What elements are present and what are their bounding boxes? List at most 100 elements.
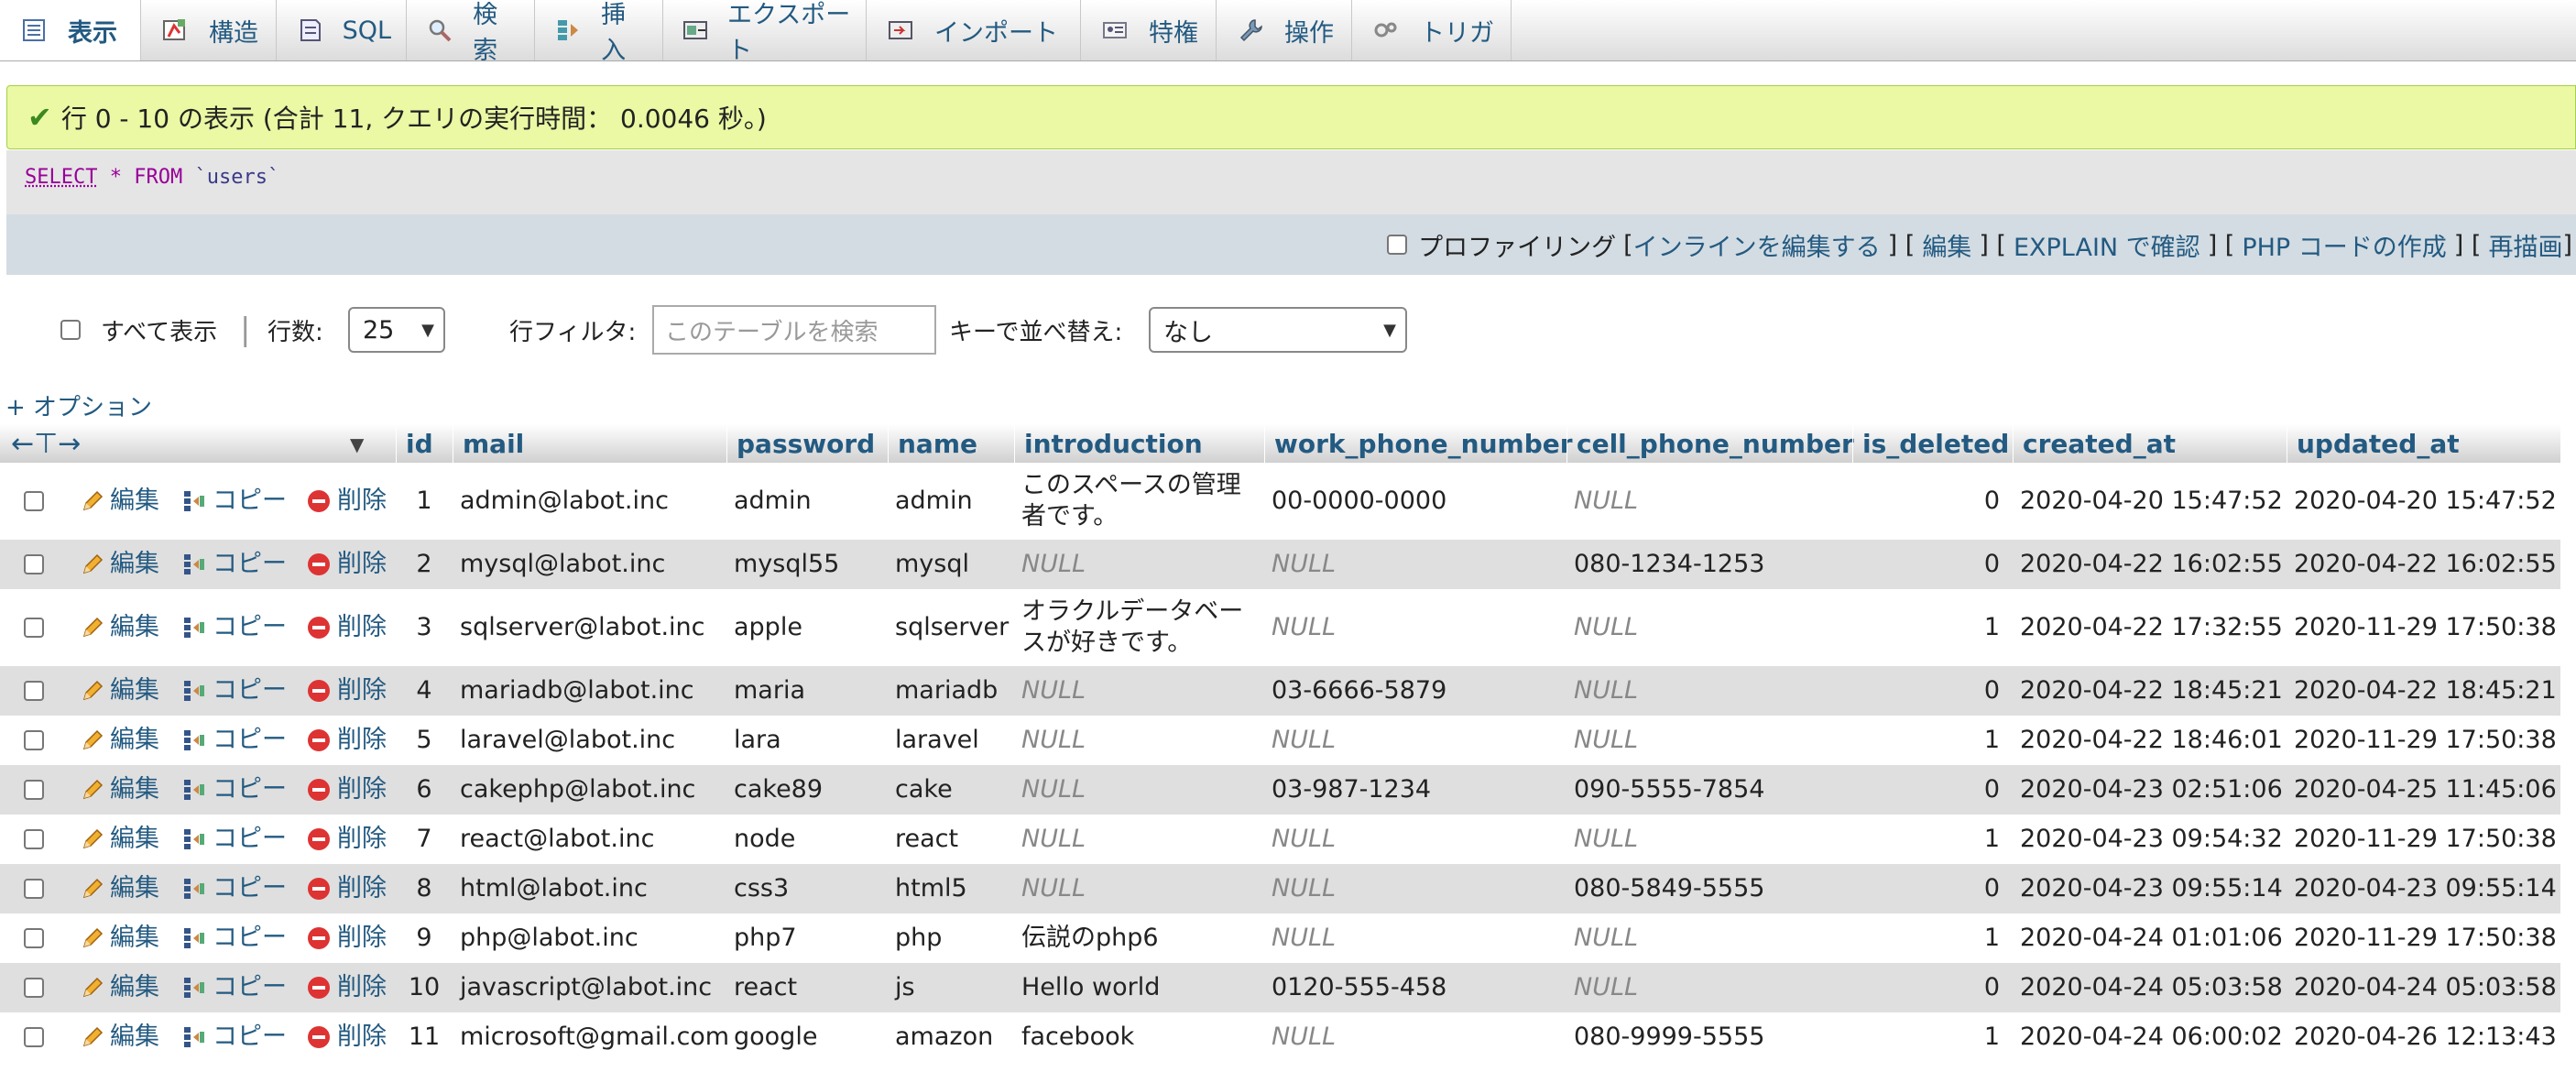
- cell-introduction[interactable]: NULL: [1014, 716, 1264, 765]
- cell-mail[interactable]: html@labot.inc: [453, 864, 726, 913]
- cell-name[interactable]: js: [888, 963, 1014, 1012]
- cell-introduction[interactable]: NULL: [1014, 666, 1264, 716]
- cell-is-deleted[interactable]: 1: [1852, 913, 2013, 963]
- row-select-checkbox[interactable]: [24, 554, 44, 574]
- cell-created-at[interactable]: 2020-04-22 17:32:55: [2013, 589, 2287, 666]
- cell-name[interactable]: sqlserver: [888, 589, 1014, 666]
- cell-is-deleted[interactable]: 0: [1852, 963, 2013, 1012]
- delete-row-button[interactable]: 削除: [299, 864, 387, 913]
- php-code-link[interactable]: PHP コードの作成: [2242, 227, 2446, 263]
- edit-row-button[interactable]: 編集: [73, 913, 159, 963]
- cell-created-at[interactable]: 2020-04-22 16:02:55: [2013, 540, 2287, 589]
- cell-work-phone-number[interactable]: NULL: [1264, 589, 1566, 666]
- cell-password[interactable]: lara: [726, 716, 888, 765]
- row-select-checkbox[interactable]: [24, 928, 44, 948]
- cell-password[interactable]: cake89: [726, 765, 888, 815]
- cell-id[interactable]: 9: [396, 913, 453, 963]
- profiling-checkbox[interactable]: [1387, 235, 1408, 255]
- delete-row-button[interactable]: 削除: [299, 540, 387, 589]
- cell-introduction[interactable]: 伝説のphp6: [1014, 913, 1264, 963]
- cell-created-at[interactable]: 2020-04-24 05:03:58: [2013, 963, 2287, 1012]
- cell-password[interactable]: node: [726, 815, 888, 864]
- cell-cell-phone-number[interactable]: 090-5555-7854: [1566, 765, 1852, 815]
- row-select-checkbox[interactable]: [24, 491, 44, 511]
- row-select-checkbox[interactable]: [24, 879, 44, 899]
- delete-row-button[interactable]: 削除: [299, 913, 387, 963]
- row-select-checkbox[interactable]: [24, 978, 44, 998]
- cell-created-at[interactable]: 2020-04-24 06:00:02: [2013, 1012, 2287, 1062]
- column-header-is-deleted[interactable]: is_deleted: [1852, 424, 2013, 463]
- edit-row-button[interactable]: 編集: [73, 666, 159, 716]
- copy-row-button[interactable]: コピー: [174, 963, 287, 1012]
- cell-is-deleted[interactable]: 1: [1852, 589, 2013, 666]
- edit-row-button[interactable]: 編集: [73, 864, 159, 913]
- copy-row-button[interactable]: コピー: [174, 815, 287, 864]
- cell-work-phone-number[interactable]: NULL: [1264, 864, 1566, 913]
- cell-introduction[interactable]: NULL: [1014, 815, 1264, 864]
- cell-updated-at[interactable]: 2020-11-29 17:50:38: [2287, 815, 2560, 864]
- cell-created-at[interactable]: 2020-04-22 18:45:21: [2013, 666, 2287, 716]
- delete-row-button[interactable]: 削除: [299, 716, 387, 765]
- cell-password[interactable]: php7: [726, 913, 888, 963]
- edit-row-button[interactable]: 編集: [73, 589, 159, 666]
- delete-row-button[interactable]: 削除: [299, 815, 387, 864]
- cell-name[interactable]: laravel: [888, 716, 1014, 765]
- edit-row-button[interactable]: 編集: [73, 815, 159, 864]
- edit-row-button[interactable]: 編集: [73, 963, 159, 1012]
- cell-id[interactable]: 1: [396, 463, 453, 540]
- cell-work-phone-number[interactable]: 0120-555-458: [1264, 963, 1566, 1012]
- cell-password[interactable]: mysql55: [726, 540, 888, 589]
- cell-created-at[interactable]: 2020-04-23 02:51:06: [2013, 765, 2287, 815]
- tab-6[interactable]: エクスポート: [663, 0, 867, 65]
- row-select-checkbox[interactable]: [24, 829, 44, 849]
- row-select-checkbox[interactable]: [24, 1027, 44, 1047]
- row-select-checkbox[interactable]: [24, 681, 44, 701]
- cell-cell-phone-number[interactable]: NULL: [1566, 463, 1852, 540]
- cell-cell-phone-number[interactable]: NULL: [1566, 716, 1852, 765]
- edit-query-link[interactable]: 編集: [1922, 227, 1971, 263]
- cell-cell-phone-number[interactable]: NULL: [1566, 913, 1852, 963]
- cell-mail[interactable]: react@labot.inc: [453, 815, 726, 864]
- cell-work-phone-number[interactable]: NULL: [1264, 913, 1566, 963]
- cell-created-at[interactable]: 2020-04-24 01:01:06: [2013, 913, 2287, 963]
- cell-id[interactable]: 7: [396, 815, 453, 864]
- cell-mail[interactable]: admin@labot.inc: [453, 463, 726, 540]
- refresh-link[interactable]: 再描画: [2488, 227, 2562, 263]
- copy-row-button[interactable]: コピー: [174, 716, 287, 765]
- row-select-checkbox[interactable]: [24, 618, 44, 638]
- cell-id[interactable]: 6: [396, 765, 453, 815]
- cell-updated-at[interactable]: 2020-11-29 17:50:38: [2287, 716, 2560, 765]
- cell-mail[interactable]: php@labot.inc: [453, 913, 726, 963]
- cell-is-deleted[interactable]: 0: [1852, 540, 2013, 589]
- inline-edit-link[interactable]: インラインを編集する: [1633, 227, 1881, 263]
- cell-work-phone-number[interactable]: NULL: [1264, 540, 1566, 589]
- cell-introduction[interactable]: オラクルデータベースが好きです。: [1014, 589, 1264, 666]
- cell-cell-phone-number[interactable]: NULL: [1566, 815, 1852, 864]
- cell-work-phone-number[interactable]: 03-987-1234: [1264, 765, 1566, 815]
- cell-id[interactable]: 2: [396, 540, 453, 589]
- cell-is-deleted[interactable]: 1: [1852, 815, 2013, 864]
- tab-4[interactable]: 検索: [407, 0, 535, 65]
- row-select-checkbox[interactable]: [24, 730, 44, 750]
- copy-row-button[interactable]: コピー: [174, 913, 287, 963]
- cell-work-phone-number[interactable]: NULL: [1264, 716, 1566, 765]
- cell-cell-phone-number[interactable]: 080-1234-1253: [1566, 540, 1852, 589]
- copy-row-button[interactable]: コピー: [174, 463, 287, 540]
- cell-created-at[interactable]: 2020-04-23 09:55:14: [2013, 864, 2287, 913]
- column-header-introduction[interactable]: introduction: [1014, 424, 1264, 463]
- cell-name[interactable]: html5: [888, 864, 1014, 913]
- cell-updated-at[interactable]: 2020-04-22 16:02:55: [2287, 540, 2560, 589]
- cell-id[interactable]: 5: [396, 716, 453, 765]
- row-select-checkbox[interactable]: [24, 780, 44, 800]
- cell-work-phone-number[interactable]: 00-0000-0000: [1264, 463, 1566, 540]
- tab-8[interactable]: 特権: [1081, 0, 1217, 60]
- cell-password[interactable]: maria: [726, 666, 888, 716]
- cell-updated-at[interactable]: 2020-11-29 17:50:38: [2287, 913, 2560, 963]
- column-arrows[interactable]: ←⊤→: [11, 424, 81, 463]
- cell-name[interactable]: cake: [888, 765, 1014, 815]
- rows-select[interactable]: 25 ▼: [348, 307, 445, 353]
- cell-mail[interactable]: javascript@labot.inc: [453, 963, 726, 1012]
- cell-introduction[interactable]: Hello world: [1014, 963, 1264, 1012]
- column-header-created-at[interactable]: created_at: [2013, 424, 2287, 463]
- column-header-name[interactable]: name: [888, 424, 1014, 463]
